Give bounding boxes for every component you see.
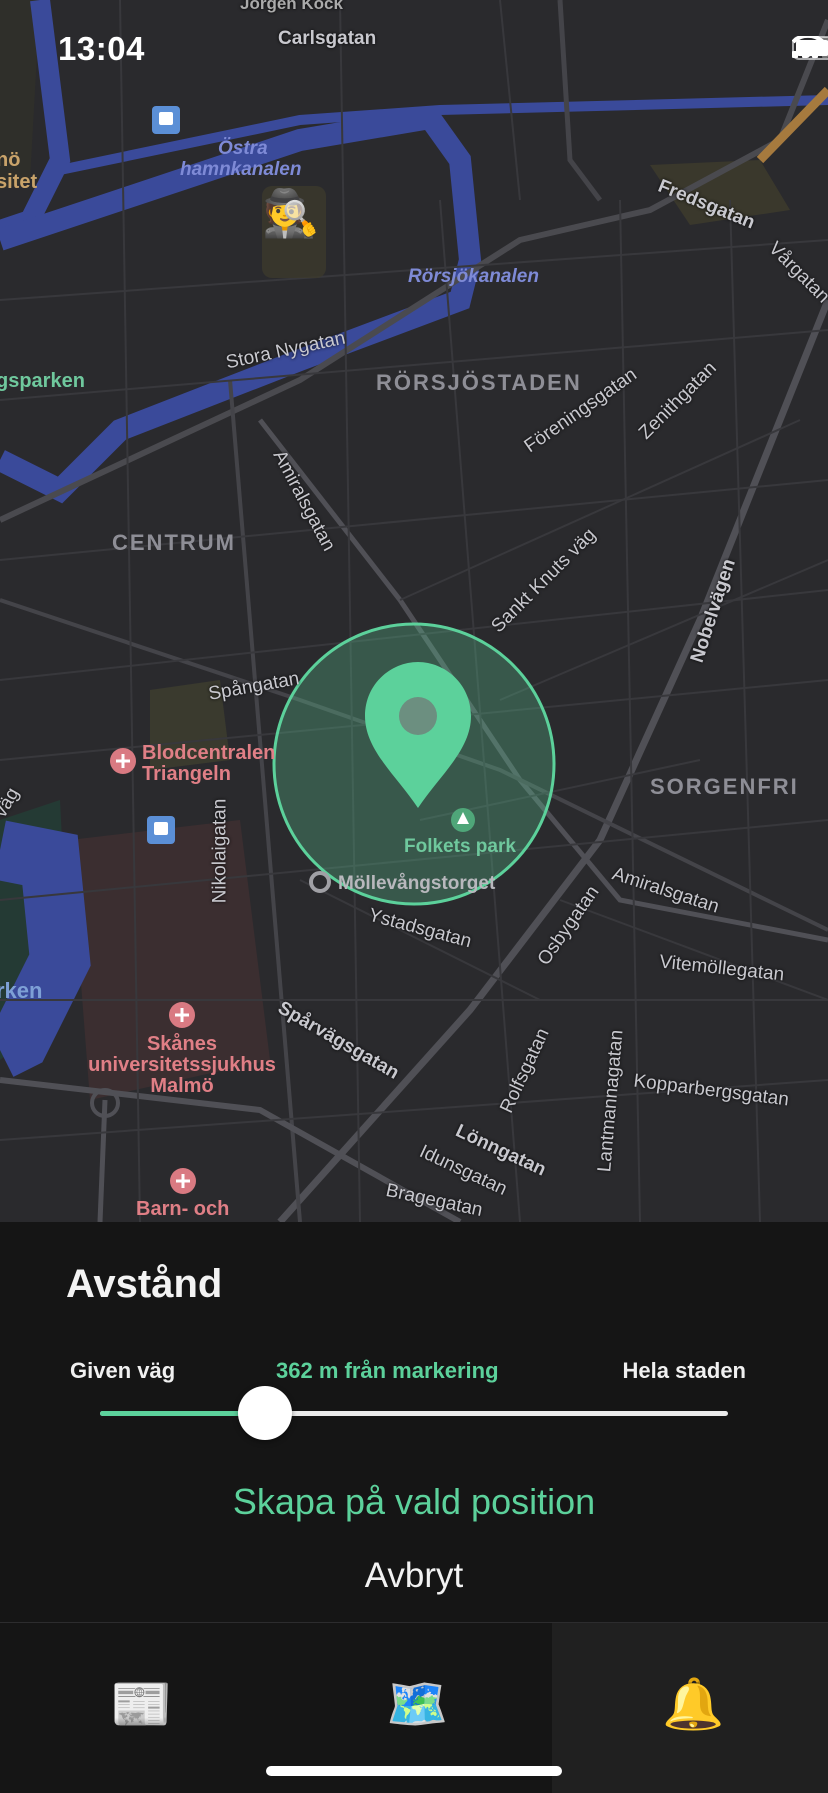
sheet-title: Avstånd bbox=[66, 1262, 223, 1306]
status-bar: 13:04 bbox=[0, 0, 828, 100]
cancel-button[interactable]: Avbryt bbox=[0, 1555, 828, 1597]
poi-label-mollevangstorget[interactable]: Möllevångstorget bbox=[338, 873, 495, 895]
battery-icon bbox=[792, 36, 828, 60]
tab-notifications[interactable]: 🔔 bbox=[552, 1623, 828, 1793]
create-at-position-button[interactable]: Skapa på vald position bbox=[0, 1480, 828, 1524]
water-label: Rörsjökanalen bbox=[408, 266, 539, 287]
poi-label-skanes[interactable]: Skånes universitetssjukhus Malmö bbox=[82, 1034, 282, 1097]
slider-min-label: Given väg bbox=[70, 1358, 176, 1383]
status-time: 13:04 bbox=[58, 30, 145, 67]
water-label: hamnkanalen bbox=[180, 159, 302, 180]
park-label: gsparken bbox=[0, 370, 85, 392]
slider-value-label: 362 m från markering bbox=[276, 1358, 499, 1383]
park-label: rken bbox=[0, 978, 43, 1003]
map-view[interactable]: 13:04 Jörgen Kock Carlsgatan Fredsgatan … bbox=[0, 0, 828, 1222]
slider-thumb[interactable] bbox=[238, 1386, 293, 1440]
world-map-icon: 🗺️ bbox=[386, 1676, 449, 1732]
district-label: SORGENFRI bbox=[650, 774, 799, 799]
edge-label: sitet bbox=[0, 171, 38, 193]
street-label: Jörgen Kock bbox=[240, 0, 343, 13]
distance-sheet: Avstånd Given väg 362 m från markering H… bbox=[0, 1222, 828, 1622]
district-label: RÖRSJÖSTADEN bbox=[376, 370, 582, 395]
poi-label-folkets-park[interactable]: Folkets park bbox=[404, 836, 516, 858]
detective-marker-icon[interactable]: 🕵️ bbox=[262, 186, 319, 241]
edge-label: nö bbox=[0, 149, 21, 171]
distance-slider[interactable] bbox=[100, 1386, 728, 1440]
tab-news[interactable]: 📰 bbox=[0, 1623, 276, 1793]
newspaper-icon: 📰 bbox=[110, 1676, 173, 1732]
poi-label-barn[interactable]: Barn- och bbox=[136, 1199, 229, 1220]
street-label: Nikolaigatan bbox=[209, 798, 231, 904]
slider-max-label: Hela staden bbox=[622, 1358, 747, 1383]
bell-icon: 🔔 bbox=[662, 1676, 725, 1732]
district-label: CENTRUM bbox=[112, 530, 236, 555]
home-indicator bbox=[266, 1766, 562, 1776]
water-label: Östra bbox=[218, 138, 268, 159]
poi-label-blodcentralen[interactable]: Blodcentralen Triangeln bbox=[142, 743, 282, 785]
street-label: Carlsgatan bbox=[278, 28, 377, 49]
